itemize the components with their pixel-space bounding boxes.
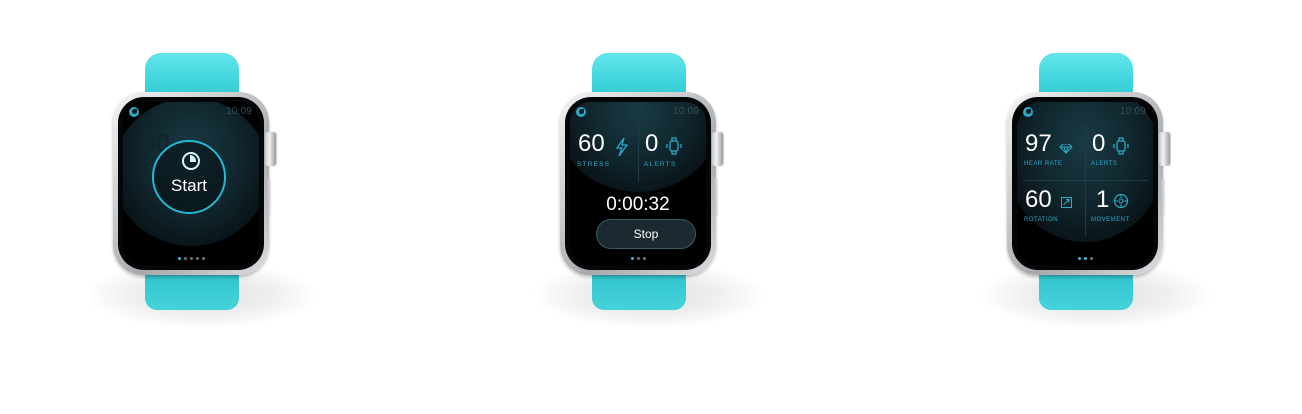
alerts-metric[interactable]: 0 ALERTS bbox=[1086, 128, 1153, 178]
page-dot bbox=[201, 257, 205, 260]
rotation-metric[interactable]: 60 ROTATION bbox=[1017, 184, 1084, 234]
page-indicator bbox=[123, 257, 259, 260]
heart-icon bbox=[1059, 142, 1073, 156]
page-indicator bbox=[1017, 257, 1153, 260]
stress-label: STRESS bbox=[577, 161, 611, 168]
alerts-metric[interactable]: 0 ALERTS bbox=[639, 128, 706, 178]
watch-metrics-screen: 10:09 97 HEAR RATE 0 ALERTS 60 ROTATION bbox=[946, 0, 1246, 414]
watch-session-screen: 10:09 60 STRESS 0 ALERTS 0:00:32 Stop bbox=[499, 0, 799, 414]
status-bar: 10:09 bbox=[1017, 106, 1153, 118]
watch-start-screen: 10:09 60 Start bbox=[52, 0, 352, 414]
rotation-label: ROTATION bbox=[1024, 217, 1059, 223]
app-icon bbox=[1023, 107, 1033, 117]
page-dot bbox=[642, 257, 646, 260]
side-button[interactable] bbox=[1161, 178, 1165, 216]
start-label: Start bbox=[171, 176, 207, 195]
rotation-value: 60 bbox=[1025, 186, 1052, 213]
alerts-label: ALERTS bbox=[1091, 161, 1118, 167]
clock-time: 10:09 bbox=[225, 106, 252, 117]
digital-crown[interactable] bbox=[712, 132, 723, 166]
watch-icon bbox=[1112, 137, 1130, 157]
page-indicator bbox=[570, 257, 706, 260]
movement-metric[interactable]: 1 MOVEMENT bbox=[1086, 184, 1153, 234]
pie-timer-icon bbox=[182, 152, 200, 170]
digital-crown[interactable] bbox=[1159, 132, 1170, 166]
side-button[interactable] bbox=[714, 178, 718, 216]
digital-crown[interactable] bbox=[265, 132, 276, 166]
clock-time: 10:09 bbox=[672, 106, 699, 117]
status-bar: 10:09 bbox=[123, 106, 259, 118]
start-button[interactable]: Start bbox=[152, 140, 226, 214]
side-button[interactable] bbox=[267, 178, 271, 216]
alerts-label: ALERTS bbox=[644, 161, 677, 168]
rotation-icon bbox=[1061, 196, 1072, 210]
status-bar: 10:09 bbox=[570, 106, 706, 118]
page-dot bbox=[183, 257, 187, 260]
heart-rate-metric[interactable]: 97 HEAR RATE bbox=[1017, 128, 1084, 178]
watch-icon bbox=[665, 137, 683, 157]
alerts-value: 0 bbox=[645, 130, 659, 157]
page-dot bbox=[1077, 257, 1081, 260]
watch-screen: 10:09 60 Start bbox=[123, 102, 259, 265]
heart-rate-value: 97 bbox=[1025, 130, 1052, 157]
app-icon bbox=[576, 107, 586, 117]
page-dot bbox=[195, 257, 199, 260]
stress-value: 60 bbox=[578, 130, 605, 157]
alerts-value: 0 bbox=[1092, 130, 1106, 157]
movement-label: MOVEMENT bbox=[1091, 217, 1130, 223]
app-icon bbox=[129, 107, 139, 117]
page-dot bbox=[630, 257, 634, 260]
page-dot bbox=[177, 257, 181, 260]
page-dot bbox=[189, 257, 193, 260]
page-dot bbox=[636, 257, 640, 260]
watch-screen: 10:09 60 STRESS 0 ALERTS 0:00:32 Stop bbox=[570, 102, 706, 265]
page-dot bbox=[1089, 257, 1093, 260]
stress-metric[interactable]: 60 STRESS bbox=[570, 128, 637, 178]
clock-time: 10:09 bbox=[1119, 106, 1146, 117]
lightning-icon bbox=[615, 137, 629, 158]
stop-button[interactable]: Stop bbox=[596, 219, 696, 249]
session-timer: 0:00:32 bbox=[606, 194, 670, 215]
crosshair-icon bbox=[1113, 193, 1129, 211]
watch-screen: 10:09 97 HEAR RATE 0 ALERTS 60 ROTATION bbox=[1017, 102, 1153, 265]
heart-rate-label: HEAR RATE bbox=[1024, 161, 1063, 167]
movement-value: 1 bbox=[1096, 186, 1110, 213]
metric-divider bbox=[1023, 180, 1147, 181]
page-dot bbox=[1083, 257, 1087, 260]
